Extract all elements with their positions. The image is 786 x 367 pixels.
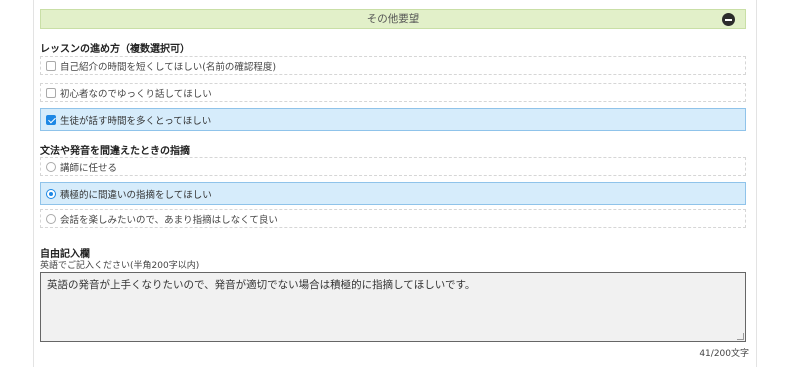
free-entry-text: 英語の発音が上手くなりたいので、発音が適切でない場合は積極的に指摘してほしいです…: [47, 279, 476, 291]
option-label: 積極的に間違いの指摘をしてほしい: [60, 189, 212, 201]
section-header[interactable]: その他要望: [40, 9, 746, 29]
checkbox-checked[interactable]: [46, 114, 56, 125]
option-label: 生徒が話す時間を多くとってほしい: [60, 115, 212, 127]
radio-button[interactable]: [46, 161, 56, 172]
radio-button[interactable]: [46, 213, 56, 224]
correction-option-teacher-decides[interactable]: 講師に任せる: [40, 157, 746, 176]
lesson-style-title: レッスンの進め方（複数選択可）: [40, 44, 190, 55]
minus-circle-icon[interactable]: [722, 13, 735, 26]
correction-title: 文法や発音を間違えたときの指摘: [40, 146, 190, 157]
option-label: 会話を楽しみたいので、あまり指摘はしなくて良い: [60, 214, 278, 226]
checkbox[interactable]: [46, 87, 56, 98]
option-label: 初心者なのでゆっくり話してほしい: [60, 88, 212, 100]
option-label: 講師に任せる: [60, 162, 118, 174]
lesson-option-short-intro[interactable]: 自己紹介の時間を短くしてほしい(名前の確認程度): [40, 56, 746, 75]
checkbox[interactable]: [46, 60, 56, 71]
free-entry-textarea[interactable]: 英語の発音が上手くなりたいので、発音が適切でない場合は積極的に指摘してほしいです…: [40, 272, 746, 342]
lesson-option-student-talk-time[interactable]: 生徒が話す時間を多くとってほしい: [40, 108, 746, 131]
correction-option-minimal[interactable]: 会話を楽しみたいので、あまり指摘はしなくて良い: [40, 209, 746, 228]
resize-handle-icon[interactable]: [737, 333, 744, 340]
radio-button-selected[interactable]: [46, 188, 56, 199]
section-title: その他要望: [366, 13, 420, 25]
option-label: 自己紹介の時間を短くしてほしい(名前の確認程度): [60, 61, 277, 73]
free-entry-hint: 英語でご記入ください(半角200字以内): [40, 261, 200, 271]
lesson-option-speak-slowly[interactable]: 初心者なのでゆっくり話してほしい: [40, 83, 746, 102]
correction-option-active[interactable]: 積極的に間違いの指摘をしてほしい: [40, 182, 746, 205]
char-counter: 41/200文字: [699, 349, 749, 359]
